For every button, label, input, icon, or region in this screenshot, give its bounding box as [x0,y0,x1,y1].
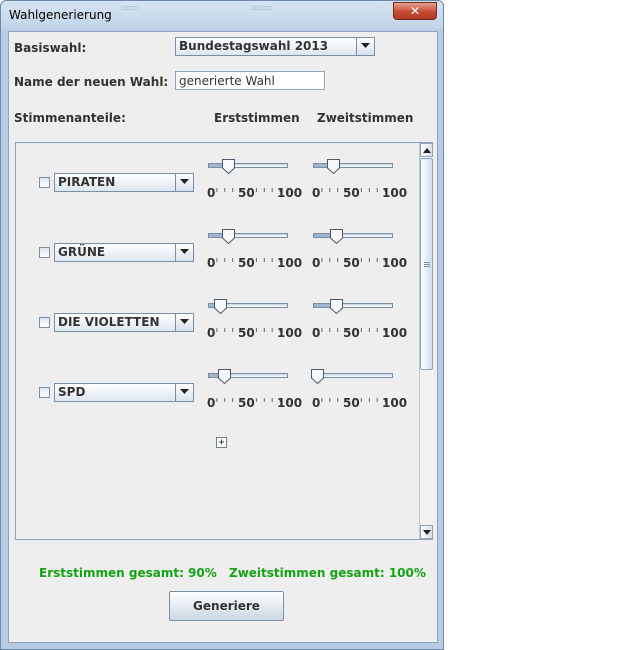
party-name: GRÜNE [58,245,106,259]
tick-label: 0 [312,396,321,410]
slider-thumb[interactable] [330,229,343,245]
erststimmen-slider[interactable]: 0 50 100 [207,229,302,270]
tick-label: 100 [277,326,303,340]
scroll-up-button[interactable] [420,143,433,157]
party-dropdown[interactable]: GRÜNE [54,243,194,262]
basiswahl-dropdown[interactable]: Bundestagswahl 2013 [175,37,375,56]
tick-label: 0 [312,186,321,200]
tick-label: 100 [382,396,408,410]
tick-label: 100 [277,396,303,410]
close-icon: ✕ [409,4,421,18]
erststimmen-total: Erststimmen gesamt: 90% [39,566,217,580]
party-checkbox[interactable] [39,247,50,258]
window-title: Wahlgenerierung [9,8,112,22]
tick-label: 50 [238,396,255,410]
tick-label: 100 [382,186,408,200]
add-party-button[interactable]: + [216,437,227,448]
slider-ticks [208,389,290,404]
zweitstimmen-slider[interactable]: 0 50 100 [312,159,407,200]
slider-ticks [208,249,290,264]
basiswahl-value: Bundestagswahl 2013 [179,39,329,53]
tick-label: 50 [238,186,255,200]
party-checkbox[interactable] [39,177,50,188]
erststimmen-slider[interactable]: 0 50 100 [207,159,302,200]
party-dropdown[interactable]: SPD [54,383,194,402]
basiswahl-label: Basiswahl: [14,41,87,55]
tick-label: 0 [207,256,216,270]
slider-thumb[interactable] [218,369,231,385]
slider-ticks [208,319,290,334]
tick-label: 100 [277,256,303,270]
tick-label: 100 [382,326,408,340]
party-list-scrollpane[interactable] [15,142,433,540]
tick-label: 50 [238,326,255,340]
slider-thumb[interactable] [330,299,343,315]
party-name: PIRATEN [58,175,116,189]
scrollbar-thumb[interactable] [420,158,433,370]
background-ghost-text: ▫▫▫▫ [251,3,273,12]
tick-label: 50 [238,256,255,270]
background-ghost-text: ▫▫▫ [121,3,138,12]
chevron-down-icon[interactable] [175,314,193,331]
erststimmen-header: Erststimmen [214,111,300,125]
party-name: SPD [58,385,86,399]
tick-label: 100 [382,256,408,270]
slider-thumb[interactable] [214,299,227,315]
tick-label: 50 [343,186,360,200]
scroll-down-button[interactable] [420,525,433,539]
zweitstimmen-slider[interactable]: 0 50 100 [311,369,407,410]
zweitstimmen-total: Zweitstimmen gesamt: 100% [229,566,426,580]
title-bar[interactable]: Wahlgenerierung ▫▫▫ ▫▫▫▫ ✕ [1,1,443,31]
tick-label: 0 [207,326,216,340]
stimmenanteile-label: Stimmenanteile: [14,111,126,125]
dialog-window: Wahlgenerierung ▫▫▫ ▫▫▫▫ ✕ Basiswahl: Bu… [0,0,444,650]
chevron-down-icon[interactable] [175,244,193,261]
tick-label: 50 [343,256,360,270]
tick-label: 0 [207,396,216,410]
vertical-scrollbar[interactable] [419,143,433,539]
tick-label: 0 [312,326,321,340]
slider-ticks [313,319,395,334]
slider-ticks [313,249,395,264]
slider-ticks [313,179,395,194]
slider-thumb[interactable] [222,159,235,175]
slider-ticks [313,389,395,404]
generate-button[interactable]: Generiere [169,591,284,621]
chevron-down-icon[interactable] [175,384,193,401]
party-checkbox[interactable] [39,317,50,328]
party-dropdown[interactable]: DIE VIOLETTEN [54,313,194,332]
name-input[interactable] [175,71,325,90]
tick-label: 50 [343,396,360,410]
chevron-down-icon[interactable] [175,174,193,191]
slider-track [313,373,393,378]
slider-ticks [208,179,290,194]
tick-label: 0 [207,186,216,200]
tick-label: 100 [277,186,303,200]
chevron-down-icon[interactable] [356,38,374,55]
slider-thumb[interactable] [222,229,235,245]
party-name: DIE VIOLETTEN [58,315,160,329]
erststimmen-slider[interactable]: 0 50 100 [207,369,302,410]
zweitstimmen-slider[interactable]: 0 50 100 [312,299,407,340]
party-checkbox[interactable] [39,387,50,398]
zweitstimmen-header: Zweitstimmen [317,111,414,125]
slider-thumb[interactable] [311,369,324,385]
dialog-content: Basiswahl: Bundestagswahl 2013 Name der … [8,31,438,643]
party-dropdown[interactable]: PIRATEN [54,173,194,192]
slider-thumb[interactable] [327,159,340,175]
name-label: Name der neuen Wahl: [14,75,169,89]
zweitstimmen-slider[interactable]: 0 50 100 [312,229,407,270]
tick-label: 50 [343,326,360,340]
tick-label: 0 [312,256,321,270]
erststimmen-slider[interactable]: 0 50 100 [207,299,302,340]
plus-icon: + [218,437,225,448]
close-button[interactable]: ✕ [393,2,437,20]
